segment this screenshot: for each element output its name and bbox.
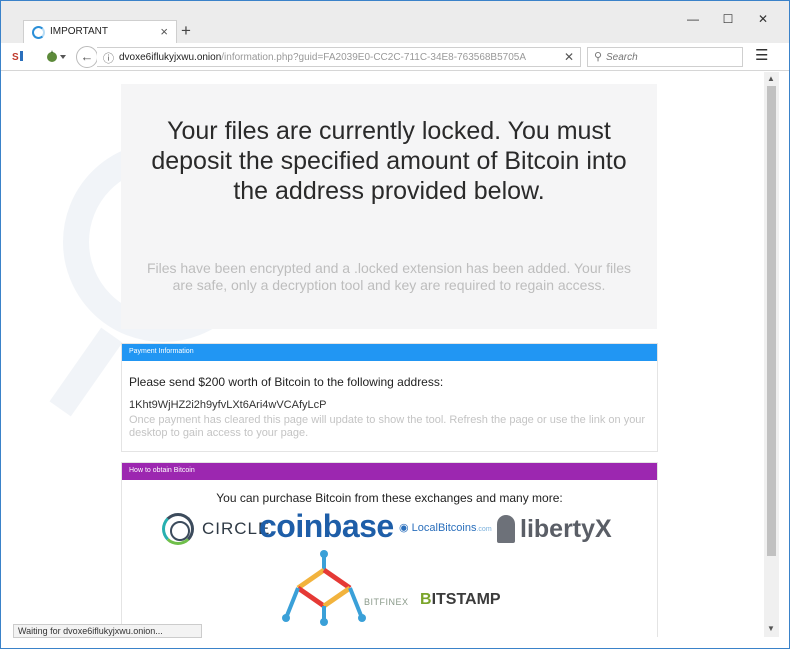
tab-important[interactable]: IMPORTANT × bbox=[23, 20, 177, 44]
page-title: Your files are currently locked. You mus… bbox=[151, 117, 627, 205]
browser-window: IMPORTANT × + — ☐ ✕ S ← ⓘ dvoxe6iflukyjx… bbox=[0, 0, 790, 649]
payment-card: Payment Information Please send $200 wor… bbox=[121, 343, 658, 452]
scroll-down-icon[interactable]: ▼ bbox=[767, 624, 775, 633]
bitfinex-logo: BITFINEX bbox=[364, 597, 409, 607]
localbitcoins-suffix: .com bbox=[476, 526, 492, 533]
bitcoin-network-logo-icon bbox=[282, 550, 366, 626]
loading-tab-icon bbox=[32, 26, 45, 39]
url-bar[interactable]: ⓘ dvoxe6iflukyjxwu.onion/information.php… bbox=[97, 47, 581, 67]
search-input[interactable] bbox=[606, 49, 736, 65]
liberty-bell-icon bbox=[497, 515, 515, 543]
bitcoin-address[interactable]: 1Kht9WjHZ2i2h9yfvLXt6Ari4wVCAfyLcP bbox=[129, 399, 326, 411]
page-subtitle: Files have been encrypted and a .locked … bbox=[146, 260, 632, 293]
info-icon[interactable]: ⓘ bbox=[103, 50, 114, 66]
tab-title: IMPORTANT bbox=[50, 26, 108, 37]
scroll-up-icon[interactable]: ▲ bbox=[767, 74, 775, 83]
bitstamp-logo: BITSTAMP bbox=[420, 591, 501, 609]
obtain-card: How to obtain Bitcoin You can purchase B… bbox=[121, 462, 658, 637]
libertyx-logo: libertyX bbox=[520, 515, 612, 543]
vertical-scrollbar[interactable]: ▲ ▼ bbox=[764, 72, 779, 637]
titlebar: IMPORTANT × + — ☐ ✕ bbox=[1, 1, 789, 44]
bitstamp-rest: ITSTAMP bbox=[431, 591, 501, 608]
search-icon: ⚲ bbox=[594, 51, 603, 63]
url-path: /information.php?guid=FA2039E0-CC2C-711C… bbox=[221, 52, 527, 63]
svg-text:S: S bbox=[12, 52, 19, 63]
status-text: Waiting for dvoxe6iflukyjxwu.onion... bbox=[18, 626, 163, 636]
close-window-button[interactable]: ✕ bbox=[749, 9, 777, 29]
circle-logo-icon bbox=[162, 513, 194, 545]
obtain-header: How to obtain Bitcoin bbox=[122, 463, 657, 480]
bitstamp-letter-b: B bbox=[420, 591, 432, 608]
payment-instruction: Please send $200 worth of Bitcoin to the… bbox=[129, 375, 444, 389]
tor-onion-icon[interactable] bbox=[45, 49, 69, 67]
status-bar: Waiting for dvoxe6iflukyjxwu.onion... bbox=[13, 624, 202, 638]
obtain-intro: You can purchase Bitcoin from these exch… bbox=[216, 491, 563, 505]
localbitcoins-logo: ◉ LocalBitcoins.com bbox=[399, 522, 492, 534]
payment-header: Payment Information bbox=[122, 344, 657, 361]
back-arrow-icon[interactable]: ← bbox=[76, 46, 98, 68]
url-text: dvoxe6iflukyjxwu.onion/information.php?g… bbox=[119, 52, 526, 63]
search-bar[interactable]: ⚲ bbox=[587, 47, 743, 67]
maximize-button[interactable]: ☐ bbox=[714, 9, 742, 29]
clear-icon[interactable]: ✕ bbox=[564, 50, 574, 64]
tab-close-icon[interactable]: × bbox=[160, 24, 168, 39]
watermark-handle bbox=[49, 327, 123, 417]
page-viewport: Your files are currently locked. You mus… bbox=[13, 72, 763, 637]
navigation-bar: S ← ⓘ dvoxe6iflukyjxwu.onion/information… bbox=[1, 43, 789, 71]
scroll-thumb[interactable] bbox=[767, 86, 776, 556]
hamburger-menu-icon[interactable]: ☰ bbox=[755, 48, 768, 64]
url-domain: dvoxe6iflukyjxwu.onion bbox=[119, 52, 222, 63]
localbitcoins-name: LocalBitcoins bbox=[411, 522, 477, 534]
minimize-button[interactable]: — bbox=[679, 9, 707, 29]
payment-note: Once payment has cleared this page will … bbox=[129, 414, 646, 439]
hero-panel: Your files are currently locked. You mus… bbox=[121, 84, 657, 329]
new-tab-button[interactable]: + bbox=[181, 21, 191, 41]
coinbase-logo: coinbase bbox=[259, 508, 394, 544]
extension-icon[interactable]: S bbox=[11, 49, 25, 67]
